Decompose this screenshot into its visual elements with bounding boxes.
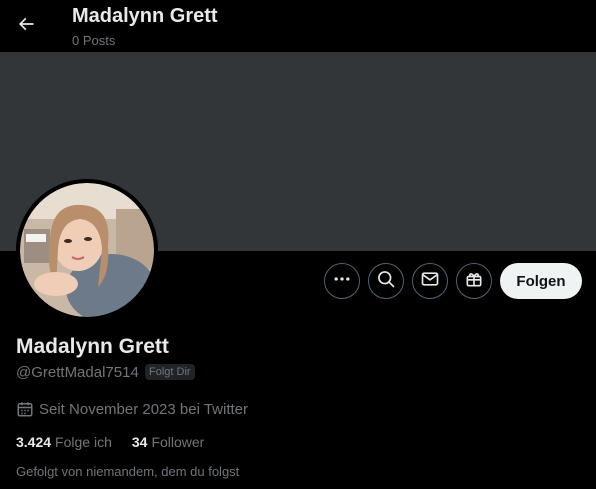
search-icon [376,269,396,294]
calendar-icon [16,400,34,418]
followed-by-text: Gefolgt von niemandem, dem du folgst [16,464,240,479]
avatar[interactable] [16,179,158,321]
message-button[interactable] [412,263,448,299]
gift-icon [464,269,484,294]
following-count: 3.424 [16,434,52,450]
back-button[interactable] [10,10,42,42]
join-date: Seit November 2023 bei Twitter [16,400,248,418]
top-bar: Madalynn Grett 0 Posts [0,0,596,52]
mail-icon [420,269,440,294]
join-date-text: Seit November 2023 bei Twitter [39,400,248,418]
arrow-left-icon [16,14,36,39]
follow-stats: 3.424 Folge ich 34 Follower [16,434,204,450]
follows-you-badge: Folgt Dir [145,364,195,380]
subscribe-button[interactable] [456,263,492,299]
followers-label: Follower [151,434,205,450]
display-name: Madalynn Grett [16,335,169,358]
followers-link[interactable]: 34 Follower [132,434,204,450]
follow-button[interactable]: Folgen [500,263,582,299]
more-dots-icon [332,269,352,294]
more-button[interactable] [324,263,360,299]
search-button[interactable] [368,263,404,299]
user-handle: @GrettMadal7514 [16,364,139,381]
page-title: Madalynn Grett [72,5,218,27]
following-label: Folge ich [55,434,112,450]
posts-count: 0 Posts [72,33,116,48]
following-link[interactable]: 3.424 Folge ich [16,434,112,450]
followers-count: 34 [131,434,148,450]
